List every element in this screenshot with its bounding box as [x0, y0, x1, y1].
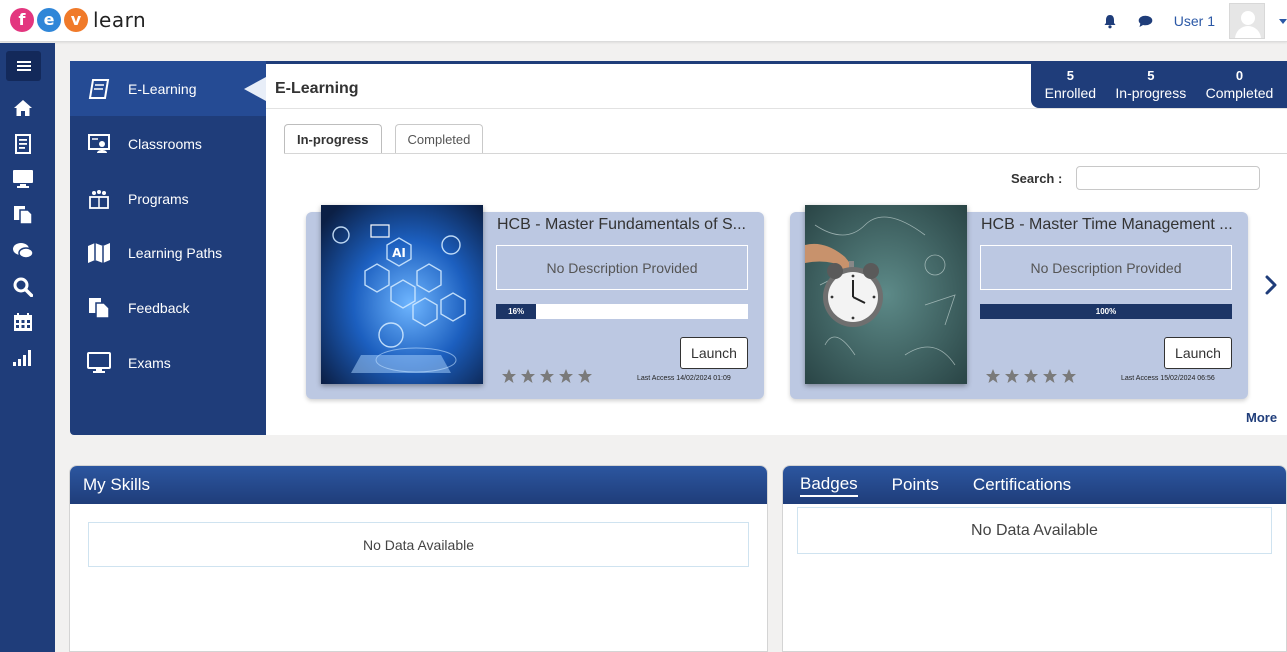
search-input[interactable] — [1076, 166, 1260, 190]
course-thumbnail[interactable] — [805, 205, 967, 384]
active-indicator — [244, 77, 266, 101]
map-icon — [87, 241, 111, 265]
stat-label: Completed — [1205, 84, 1274, 101]
logo-letter-e: e — [37, 8, 61, 32]
classroom-icon — [87, 132, 111, 156]
course-description: No Description Provided — [980, 245, 1232, 290]
sidenav-item-classrooms[interactable]: Classrooms — [70, 116, 266, 171]
last-access: Last Access 14/02/2024 01:09 — [637, 375, 731, 382]
course-title[interactable]: HCB - Master Fundamentals of S... — [497, 216, 749, 234]
svg-text:AI: AI — [392, 246, 406, 260]
menu-icon[interactable] — [6, 51, 41, 81]
last-access: Last Access 15/02/2024 06:56 — [1121, 375, 1215, 382]
sidenav-label: Feedback — [128, 299, 190, 316]
search-icon[interactable] — [12, 276, 34, 298]
logo[interactable]: f e v learn — [10, 8, 146, 32]
launch-button[interactable]: Launch — [680, 337, 748, 369]
skills-panel: My Skills No Data Available — [69, 465, 768, 652]
panel-title: My Skills — [70, 466, 767, 504]
course-thumbnail[interactable]: AI — [321, 205, 483, 384]
stat-number: 5 — [1066, 67, 1074, 83]
sidenav-label: Exams — [128, 354, 171, 371]
logo-letter-f: f — [10, 8, 34, 32]
logo-letter-v: v — [64, 8, 88, 32]
stat-number: 0 — [1235, 67, 1244, 83]
star-icon[interactable] — [538, 367, 556, 385]
book-icon — [87, 77, 111, 101]
course-description: No Description Provided — [496, 245, 748, 290]
progress-fill: 16% — [496, 304, 537, 319]
sidenav-label: Programs — [128, 190, 189, 207]
course-card: AI HCB - Master Fundamentals of S... No … — [306, 205, 764, 399]
stat-label: In-progress — [1115, 84, 1187, 101]
star-icon[interactable] — [500, 367, 518, 385]
chevron-down-icon[interactable] — [1279, 18, 1287, 24]
sidenav-label: Learning Paths — [128, 244, 223, 261]
rating-stars[interactable] — [984, 367, 1079, 385]
empty-state: No Data Available — [797, 507, 1272, 554]
user-area: User 1 — [1102, 0, 1287, 42]
calendar-icon[interactable] — [12, 311, 34, 333]
sidenav-label: E-Learning — [128, 80, 197, 97]
star-icon[interactable] — [557, 367, 575, 385]
monitor-icon[interactable] — [12, 168, 34, 190]
star-icon[interactable] — [1003, 367, 1021, 385]
user-name[interactable]: User 1 — [1174, 13, 1215, 29]
more-link[interactable]: More — [1246, 410, 1277, 425]
progress-bar: 100% — [980, 304, 1232, 319]
monitor-icon — [87, 351, 111, 375]
sidenav-item-feedback[interactable]: Feedback — [70, 280, 266, 335]
star-icon[interactable] — [576, 367, 594, 385]
star-icon[interactable] — [1060, 367, 1078, 385]
tab-completed[interactable]: Completed — [394, 124, 484, 154]
signal-icon[interactable] — [12, 347, 34, 369]
home-icon[interactable] — [12, 97, 34, 119]
progress-bar: 16% — [496, 304, 748, 319]
stat-completed[interactable]: 0 Completed — [1206, 68, 1274, 102]
tab-certifications[interactable]: Certifications — [973, 475, 1071, 495]
sidenav-item-programs[interactable]: Programs — [70, 171, 266, 226]
tab-in-progress[interactable]: In-progress — [284, 124, 382, 154]
elearning-content: E-Learning 5 Enrolled 5 In-progress 0 Co… — [266, 61, 1287, 435]
logo-word: learn — [93, 8, 147, 32]
program-icon — [87, 187, 111, 211]
bell-icon[interactable] — [1102, 13, 1118, 29]
stat-enrolled[interactable]: 5 Enrolled — [1045, 68, 1096, 102]
course-tabs: In-progress Completed — [284, 124, 496, 154]
top-bar: f e v learn User 1 — [0, 0, 1287, 42]
search-label: Search : — [1011, 171, 1063, 186]
empty-state: No Data Available — [88, 522, 749, 567]
course-icon[interactable] — [12, 133, 34, 155]
sidenav-item-elearning[interactable]: E-Learning — [70, 61, 266, 116]
star-icon[interactable] — [984, 367, 1002, 385]
chat-icon[interactable] — [1138, 13, 1154, 29]
icon-rail — [0, 43, 55, 652]
tab-points[interactable]: Points — [892, 475, 939, 495]
elearning-sidenav: E-Learning Classrooms Programs Learning … — [70, 61, 266, 435]
comments-icon[interactable] — [12, 240, 34, 262]
feedback-icon — [87, 296, 111, 320]
enrollment-stats: 5 Enrolled 5 In-progress 0 Completed — [1031, 61, 1287, 108]
sidenav-item-learning-paths[interactable]: Learning Paths — [70, 225, 266, 280]
rating-stars[interactable] — [500, 367, 595, 385]
course-title[interactable]: HCB - Master Time Management ... — [981, 216, 1233, 234]
tab-badges[interactable]: Badges — [800, 474, 858, 497]
achievements-panel: Badges Points Certifications No Data Ava… — [782, 465, 1287, 652]
sidenav-label: Classrooms — [128, 135, 202, 152]
chevron-right-icon[interactable] — [1261, 273, 1281, 297]
launch-button[interactable]: Launch — [1164, 337, 1232, 369]
course-card: HCB - Master Time Management ... No Desc… — [790, 205, 1248, 399]
stat-label: Enrolled — [1044, 84, 1097, 101]
sidenav-item-exams[interactable]: Exams — [70, 335, 266, 390]
star-icon[interactable] — [1022, 367, 1040, 385]
achievements-tabs: Badges Points Certifications — [783, 466, 1286, 504]
star-icon[interactable] — [1041, 367, 1059, 385]
page-title: E-Learning — [275, 80, 359, 97]
star-icon[interactable] — [519, 367, 537, 385]
stat-in-progress[interactable]: 5 In-progress — [1115, 68, 1186, 102]
progress-fill: 100% — [980, 304, 1232, 319]
avatar[interactable] — [1229, 3, 1265, 39]
stat-number: 5 — [1147, 67, 1155, 83]
document-icon[interactable] — [12, 204, 34, 226]
